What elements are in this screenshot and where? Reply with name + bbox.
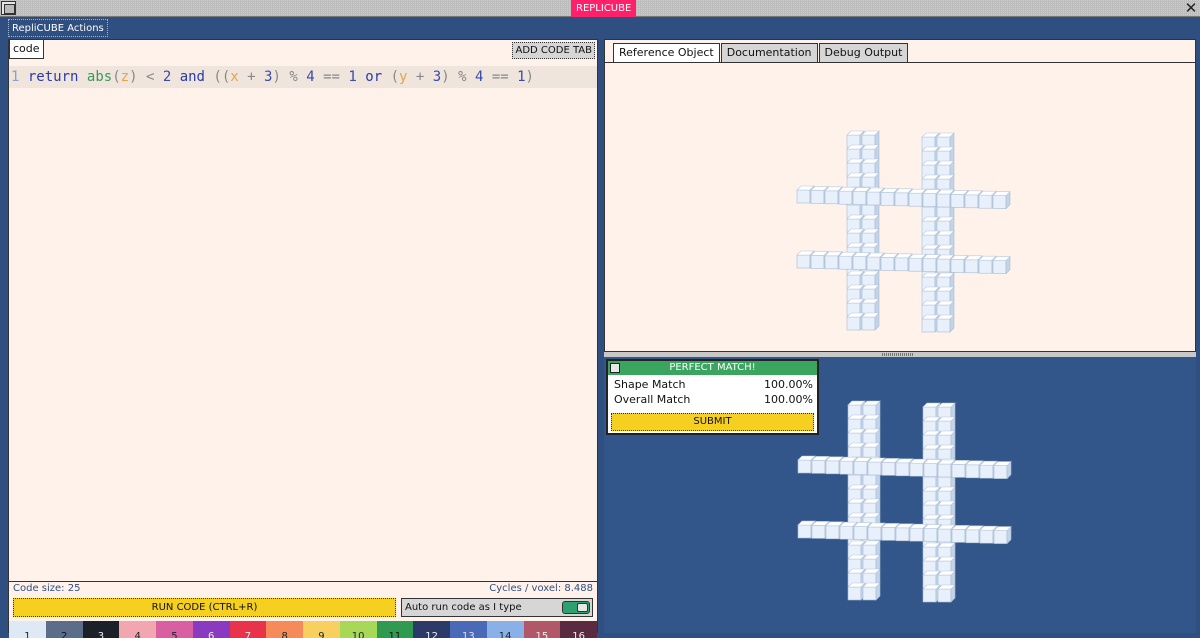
voxel <box>861 312 880 331</box>
tab-code[interactable]: code <box>9 40 44 59</box>
cycles-readout: Cycles / voxel: 8.488 <box>489 583 593 594</box>
reference-hash-model <box>796 130 1011 333</box>
reference-object-view[interactable] <box>605 62 1195 351</box>
color-swatch-6[interactable]: 6 <box>192 621 230 638</box>
color-swatch-9[interactable]: 9 <box>303 621 340 638</box>
color-palette: 1 2 3 4 5 6 7 8 9 10 11 12 13 14 15 16 <box>9 621 597 638</box>
voxel <box>936 314 955 333</box>
color-swatch-7[interactable]: 7 <box>229 621 267 638</box>
color-swatch-8[interactable]: 8 <box>266 621 303 638</box>
reference-panel: Reference Object Documentation Debug Outpu… <box>604 39 1196 352</box>
preview-pane: Reference Object Documentation Debug Outpu… <box>604 39 1196 633</box>
shape-match-row: Shape Match 100.00% <box>614 378 813 392</box>
tab-debug-output[interactable]: Debug Output <box>818 43 909 62</box>
add-code-tab-button[interactable]: ADD CODE TAB <box>512 42 595 59</box>
code-token: abs <box>86 69 113 85</box>
toggle-knob <box>577 603 588 612</box>
code-token: ) <box>129 69 138 85</box>
color-swatch-4[interactable]: 4 <box>119 621 156 638</box>
code-line[interactable]: 1 return abs(z) < 2 and ((x + 3) % 4 == … <box>9 66 597 88</box>
title-bar[interactable]: REPLICUBE ✕ <box>0 0 1200 17</box>
code-token: ( <box>390 69 399 85</box>
code-token: + <box>247 69 256 85</box>
line-number: 1 <box>11 69 20 85</box>
code-token: 1 <box>348 69 357 85</box>
code-token: 2 <box>162 69 172 85</box>
auto-run-label: Auto run code as I type <box>405 602 522 613</box>
code-token: 4 <box>306 69 315 85</box>
splitter-grip-icon[interactable] <box>882 353 914 356</box>
code-token: and <box>179 69 205 85</box>
voxel <box>992 255 1011 275</box>
voxel <box>992 190 1011 210</box>
overall-match-row: Overall Match 100.00% <box>614 393 813 407</box>
code-token: == <box>491 69 509 85</box>
popup-close-icon[interactable] <box>610 363 620 373</box>
color-swatch-14[interactable]: 14 <box>486 621 524 638</box>
code-token: 3 <box>432 69 442 85</box>
code-token: % <box>289 69 298 85</box>
shape-match-label: Shape Match <box>614 378 686 391</box>
color-swatch-1[interactable]: 1 <box>9 621 46 638</box>
close-icon[interactable]: ✕ <box>1183 0 1199 17</box>
code-token: x <box>230 69 239 85</box>
auto-run-toggle[interactable] <box>562 601 590 614</box>
code-token: ) <box>441 69 450 85</box>
code-token: ( <box>112 69 121 85</box>
color-swatch-3[interactable]: 3 <box>82 621 120 638</box>
code-token: z <box>120 69 130 85</box>
editor-status-bar: Code size: 25 Cycles / voxel: 8.488 <box>9 581 597 595</box>
voxel <box>993 525 1012 545</box>
code-token: return <box>27 69 79 85</box>
code-token: ) <box>272 69 281 85</box>
tab-documentation[interactable]: Documentation <box>720 43 818 62</box>
overall-match-value: 100.00% <box>764 393 813 406</box>
code-token: 1 <box>517 69 526 85</box>
run-code-button[interactable]: RUN CODE (CTRL+R) <box>13 598 396 617</box>
match-popup: PERFECT MATCH! Shape Match 100.00% Overa… <box>606 359 819 435</box>
code-token: == <box>323 69 340 85</box>
voxel <box>847 582 866 601</box>
voxel <box>846 312 865 331</box>
match-header: PERFECT MATCH! <box>608 361 817 375</box>
window-title: REPLICUBE <box>571 0 637 17</box>
code-size-readout: Code size: 25 <box>13 583 81 594</box>
window-menu-icon[interactable] <box>1 1 16 15</box>
app-window: RepliCUBE Actions code ADD CODE TAB 1 re… <box>0 17 1200 638</box>
submit-button[interactable]: SUBMIT <box>611 413 814 431</box>
color-swatch-2[interactable]: 2 <box>45 621 83 638</box>
color-swatch-15[interactable]: 15 <box>523 621 561 638</box>
right-tabs: Reference Object Documentation Debug Outpu… <box>613 43 909 62</box>
shape-match-value: 100.00% <box>764 378 813 391</box>
color-swatch-16[interactable]: 16 <box>560 621 597 638</box>
code-token: % <box>458 69 467 85</box>
voxel <box>922 584 941 603</box>
tab-reference-object[interactable]: Reference Object <box>613 43 720 62</box>
code-token: (( <box>213 69 231 85</box>
code-token: + <box>415 69 425 85</box>
voxel <box>937 584 956 603</box>
actions-menu[interactable]: RepliCUBE Actions <box>8 19 108 37</box>
code-token: or <box>365 69 383 85</box>
code-token: ) <box>525 69 534 85</box>
color-swatch-10[interactable]: 10 <box>339 621 377 638</box>
code-editor-pane: code ADD CODE TAB 1 return abs(z) < 2 an… <box>8 39 598 638</box>
code-token: 4 <box>474 69 484 85</box>
color-swatch-13[interactable]: 13 <box>450 621 487 638</box>
code-token: y <box>399 69 408 85</box>
result-object-view[interactable]: PERFECT MATCH! Shape Match 100.00% Overa… <box>604 357 1196 633</box>
voxel <box>862 582 881 601</box>
color-swatch-5[interactable]: 5 <box>156 621 193 638</box>
overall-match-label: Overall Match <box>614 393 691 406</box>
voxel <box>993 460 1012 480</box>
color-swatch-12[interactable]: 12 <box>413 621 450 638</box>
auto-run-toggle-row[interactable]: Auto run code as I type <box>401 598 593 617</box>
voxel <box>921 314 940 333</box>
code-token: < <box>145 69 155 85</box>
color-swatch-11[interactable]: 11 <box>376 621 414 638</box>
